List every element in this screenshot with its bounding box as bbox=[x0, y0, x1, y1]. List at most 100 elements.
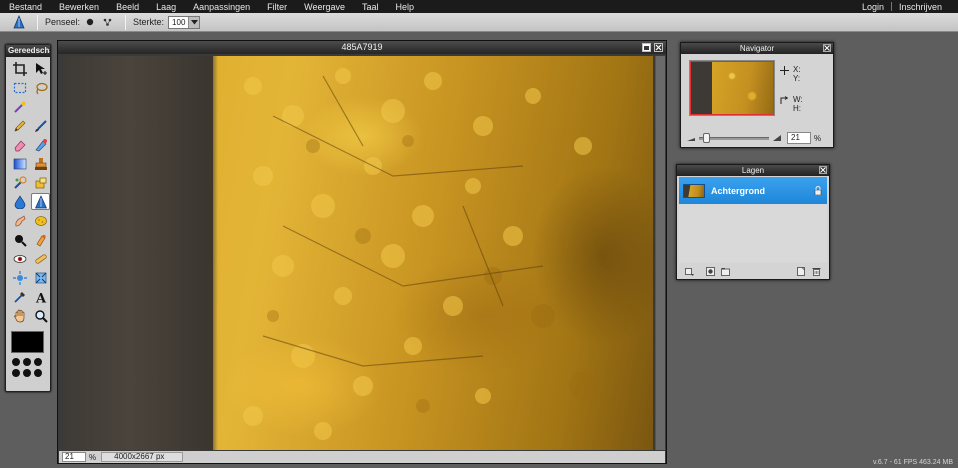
menu-item-filter[interactable]: Filter bbox=[267, 2, 287, 12]
quick-option-dot[interactable] bbox=[34, 358, 42, 366]
options-divider bbox=[125, 14, 127, 30]
sharpen-tool-icon[interactable] bbox=[31, 193, 50, 210]
navigator-panel: Navigator X: Y: W: H: 21 % bbox=[680, 42, 834, 148]
menu-item-aanpassingen[interactable]: Aanpassingen bbox=[193, 2, 250, 12]
image-canvas[interactable] bbox=[63, 56, 653, 450]
magic-wand-icon[interactable] bbox=[10, 98, 29, 115]
zoom-tool-icon[interactable] bbox=[31, 307, 50, 324]
layer-settings-icon[interactable] bbox=[685, 267, 694, 276]
menu-item-bewerken[interactable]: Bewerken bbox=[59, 2, 99, 12]
brush-tool-icon[interactable] bbox=[31, 117, 50, 134]
lasso-tool-icon[interactable] bbox=[31, 79, 50, 96]
clone-stamp-icon[interactable] bbox=[31, 155, 50, 172]
replace-color-icon[interactable] bbox=[31, 136, 50, 153]
menu-item-laag[interactable]: Laag bbox=[156, 2, 176, 12]
layers-titlebar[interactable]: Lagen bbox=[677, 165, 829, 176]
close-icon[interactable] bbox=[823, 44, 831, 52]
marquee-select-icon[interactable] bbox=[10, 79, 29, 96]
menu-item-taal[interactable]: Taal bbox=[362, 2, 379, 12]
sponge-tool-icon[interactable] bbox=[31, 212, 50, 229]
hand-tool-icon[interactable] bbox=[10, 307, 29, 324]
quick-option-dot[interactable] bbox=[23, 369, 31, 377]
brush-settings-icon[interactable] bbox=[101, 16, 113, 28]
lock-icon[interactable] bbox=[814, 186, 822, 195]
crosshair-icon bbox=[780, 66, 789, 75]
gradient-tool-icon[interactable] bbox=[10, 155, 29, 172]
close-icon[interactable] bbox=[654, 43, 663, 52]
burn-tool-icon[interactable] bbox=[31, 231, 50, 248]
close-icon[interactable] bbox=[819, 166, 827, 174]
h-label: H: bbox=[793, 104, 801, 113]
eraser-tool-icon[interactable] bbox=[10, 136, 29, 153]
svg-text:A: A bbox=[34, 291, 46, 304]
strength-select[interactable]: 100 bbox=[168, 15, 201, 29]
version-info: v.6.7 - 61 FPS 463.24 MB bbox=[872, 459, 953, 466]
zoom-input[interactable]: 21 bbox=[62, 452, 86, 462]
selection-size: W: H: bbox=[780, 95, 803, 113]
pinch-tool-icon[interactable] bbox=[31, 269, 50, 286]
toolbox-panel: Gereedscha A bbox=[5, 44, 51, 392]
layers-list-empty-area bbox=[679, 204, 827, 263]
navigator-view-frame[interactable] bbox=[690, 61, 774, 115]
layers-title: Lagen bbox=[741, 166, 765, 175]
zoom-out-icon[interactable] bbox=[687, 135, 695, 141]
crop-tool-icon[interactable] bbox=[10, 60, 29, 77]
spot-heal-icon[interactable] bbox=[31, 250, 50, 267]
bloat-tool-icon[interactable] bbox=[10, 269, 29, 286]
quick-option-dot[interactable] bbox=[12, 369, 20, 377]
color-replace-icon[interactable] bbox=[10, 174, 29, 191]
brush-preset-icon[interactable] bbox=[84, 16, 96, 28]
layer-item[interactable]: Achtergrond bbox=[679, 177, 827, 204]
pencil-tool-icon[interactable] bbox=[10, 117, 29, 134]
move-tool-icon[interactable] bbox=[31, 60, 50, 77]
menu-bar: Bestand Bewerken Beeld Laag Aanpassingen… bbox=[0, 0, 958, 13]
options-divider bbox=[37, 14, 38, 30]
x-label: X: bbox=[793, 65, 801, 74]
current-tool-sharpen-icon bbox=[8, 14, 30, 31]
navigator-zoom-input[interactable]: 21 bbox=[787, 132, 811, 144]
red-eye-tool-icon[interactable] bbox=[10, 250, 29, 267]
navigator-preview[interactable] bbox=[689, 60, 775, 116]
window-controls bbox=[639, 43, 663, 52]
type-tool-icon[interactable]: A bbox=[31, 288, 50, 305]
maximize-icon[interactable] bbox=[642, 43, 651, 52]
cursor-position: X: Y: bbox=[780, 65, 803, 83]
vertical-scrollbar[interactable] bbox=[655, 56, 665, 450]
zoom-slider-thumb[interactable] bbox=[703, 132, 710, 143]
new-folder-icon[interactable] bbox=[721, 267, 730, 276]
quick-option-dot[interactable] bbox=[12, 358, 20, 366]
layers-panel: Lagen Achtergrond bbox=[676, 164, 830, 280]
delete-layer-icon[interactable] bbox=[812, 267, 821, 276]
menu-item-beeld[interactable]: Beeld bbox=[116, 2, 139, 12]
draw-shape-icon[interactable] bbox=[31, 174, 50, 191]
menu-item-bestand[interactable]: Bestand bbox=[9, 2, 42, 12]
w-label: W: bbox=[793, 95, 803, 104]
smudge-tool-icon[interactable] bbox=[10, 212, 29, 229]
blur-tool-icon[interactable] bbox=[10, 193, 29, 210]
zoom-slider[interactable] bbox=[699, 132, 769, 143]
auth-divider bbox=[890, 2, 892, 11]
document-titlebar[interactable]: 485A7919 bbox=[58, 41, 666, 54]
navigator-zoom-unit: % bbox=[814, 133, 822, 143]
chevron-down-icon[interactable] bbox=[188, 16, 200, 28]
auth-links: Login Inschrijven bbox=[862, 2, 958, 12]
menu-item-weergave[interactable]: Weergave bbox=[304, 2, 345, 12]
new-layer-icon[interactable] bbox=[797, 266, 806, 276]
quick-option-dot[interactable] bbox=[23, 358, 31, 366]
navigator-titlebar[interactable]: Navigator bbox=[681, 43, 833, 54]
foreground-color-swatch[interactable] bbox=[11, 331, 44, 353]
zoom-unit: % bbox=[89, 452, 97, 462]
quick-option-dot[interactable] bbox=[34, 369, 42, 377]
navigator-title: Navigator bbox=[739, 44, 775, 53]
document-window: 485A7919 21 % 4000x2667 px bbox=[57, 40, 667, 464]
register-link[interactable]: Inschrijven bbox=[899, 2, 942, 12]
login-link[interactable]: Login bbox=[862, 2, 884, 12]
color-picker-icon[interactable] bbox=[10, 288, 29, 305]
layer-name: Achtergrond bbox=[711, 185, 765, 196]
menu-item-help[interactable]: Help bbox=[396, 2, 415, 12]
navigator-info: X: Y: W: H: bbox=[780, 65, 803, 125]
menu-list: Bestand Bewerken Beeld Laag Aanpassingen… bbox=[0, 2, 431, 12]
layer-mask-icon[interactable] bbox=[706, 266, 715, 276]
dodge-tool-icon[interactable] bbox=[10, 231, 29, 248]
zoom-in-icon[interactable] bbox=[773, 135, 781, 141]
